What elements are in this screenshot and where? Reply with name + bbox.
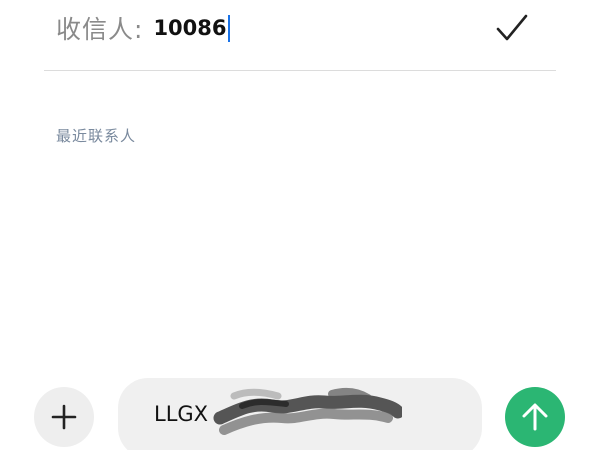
send-button[interactable] [505,387,565,447]
recipient-label: 收信人: [56,15,144,44]
text-cursor [227,14,230,42]
divider [44,70,556,71]
message-input[interactable]: LLGX [118,378,482,450]
confirm-button[interactable] [492,10,532,46]
redaction-scribble [213,387,402,435]
add-attachment-button[interactable] [34,387,94,447]
recent-contacts-heading: 最近联系人 [56,127,137,145]
new-message-screen: 收信人: 10086 最近联系人 LLGX [0,0,600,450]
plus-icon [51,404,77,430]
recipient-row[interactable]: 收信人: 10086 [56,8,230,48]
recipient-input[interactable]: 10086 [153,16,226,40]
arrow-up-icon [522,403,548,431]
checkmark-icon [496,14,528,41]
message-text: LLGX [154,402,209,426]
